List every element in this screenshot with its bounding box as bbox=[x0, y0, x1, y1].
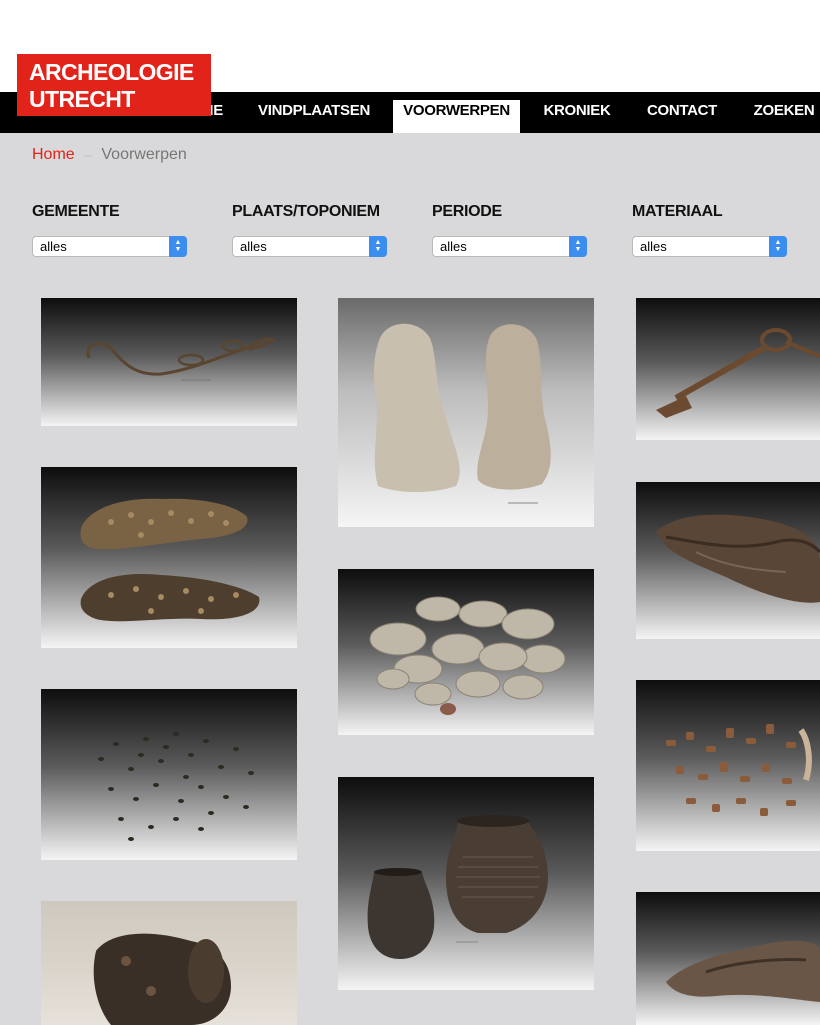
object-photo bbox=[98, 732, 254, 841]
filter-periode: PERIODE alles ▲ ▼ bbox=[432, 203, 592, 257]
object-card-ceramic-pots[interactable] bbox=[338, 777, 594, 990]
object-photo bbox=[656, 328, 820, 418]
filter-label-plaats-toponiem: PLAATS/TOPONIEM bbox=[232, 203, 380, 220]
main-content: Home – Voorwerpen GEMEENTE alles ▲ ▼ PLAATS… bbox=[0, 133, 820, 1025]
object-photo bbox=[367, 815, 548, 959]
object-photo bbox=[369, 596, 566, 715]
chevron-up-down-icon: ▲ ▼ bbox=[369, 236, 387, 257]
logo-line-1: ARCHEOLOGIE bbox=[29, 59, 194, 85]
object-card-leather-shoe-soles[interactable] bbox=[41, 467, 297, 648]
nav-item-contact[interactable]: CONTACT bbox=[640, 92, 724, 133]
filter-plaats-toponiem: PLAATS/TOPONIEM alles ▲ ▼ bbox=[232, 203, 392, 257]
chevron-up-down-icon: ▲ ▼ bbox=[569, 236, 587, 257]
select-value: alles bbox=[440, 239, 467, 254]
logo-line-2: UTRECHT bbox=[29, 86, 135, 112]
select-value: alles bbox=[40, 239, 67, 254]
nav-item-kroniek[interactable]: KRONIEK bbox=[537, 92, 617, 133]
object-card-oyster-shells[interactable] bbox=[338, 569, 594, 735]
object-card-bone-fragments[interactable] bbox=[636, 680, 820, 851]
object-card-stone-figurine[interactable] bbox=[338, 298, 594, 527]
breadcrumb: Home – Voorwerpen bbox=[32, 146, 187, 164]
filter-gemeente: GEMEENTE alles ▲ ▼ bbox=[32, 203, 192, 257]
site-header: ARCHEOLOGIE UTRECHT HOME VINDPLAATSEN VO… bbox=[0, 0, 820, 133]
object-photo bbox=[373, 323, 551, 504]
chevron-up-down-icon: ▲ ▼ bbox=[769, 236, 787, 257]
breadcrumb-separator: – bbox=[84, 148, 92, 162]
object-card-animal-skull[interactable] bbox=[636, 892, 820, 1025]
select-value: alles bbox=[640, 239, 667, 254]
object-card-charred-seeds[interactable] bbox=[41, 689, 297, 860]
filter-label-materiaal: MATERIAAL bbox=[632, 203, 723, 220]
select-plaats-toponiem[interactable]: alles ▲ ▼ bbox=[232, 236, 387, 257]
object-card-leather-shoe[interactable] bbox=[636, 482, 820, 639]
filter-label-periode: PERIODE bbox=[432, 203, 502, 220]
nav-item-zoeken[interactable]: ZOEKEN bbox=[748, 92, 820, 133]
object-card-iron-hook-chain[interactable] bbox=[41, 298, 297, 426]
object-photo bbox=[666, 940, 820, 1002]
select-value: alles bbox=[240, 239, 267, 254]
filter-materiaal: MATERIAAL alles ▲ ▼ bbox=[632, 203, 792, 257]
object-photo bbox=[666, 724, 812, 816]
breadcrumb-home-link[interactable]: Home bbox=[32, 146, 75, 163]
site-logo[interactable]: ARCHEOLOGIE UTRECHT bbox=[17, 54, 211, 116]
filter-label-gemeente: GEMEENTE bbox=[32, 203, 120, 220]
object-photo bbox=[93, 933, 231, 1025]
select-gemeente[interactable]: alles ▲ ▼ bbox=[32, 236, 187, 257]
chevron-up-down-icon: ▲ ▼ bbox=[169, 236, 187, 257]
breadcrumb-current: Voorwerpen bbox=[101, 146, 187, 163]
object-card-leather-object[interactable] bbox=[41, 901, 297, 1025]
object-card-iron-key-ring[interactable] bbox=[636, 298, 820, 440]
nav-item-vindplaatsen[interactable]: VINDPLAATSEN bbox=[252, 92, 376, 133]
select-materiaal[interactable]: alles ▲ ▼ bbox=[632, 236, 787, 257]
object-photo bbox=[80, 498, 260, 622]
select-periode[interactable]: alles ▲ ▼ bbox=[432, 236, 587, 257]
nav-item-voorwerpen[interactable]: VOORWERPEN bbox=[393, 100, 520, 133]
object-photo bbox=[656, 514, 820, 603]
object-photo bbox=[86, 337, 276, 381]
